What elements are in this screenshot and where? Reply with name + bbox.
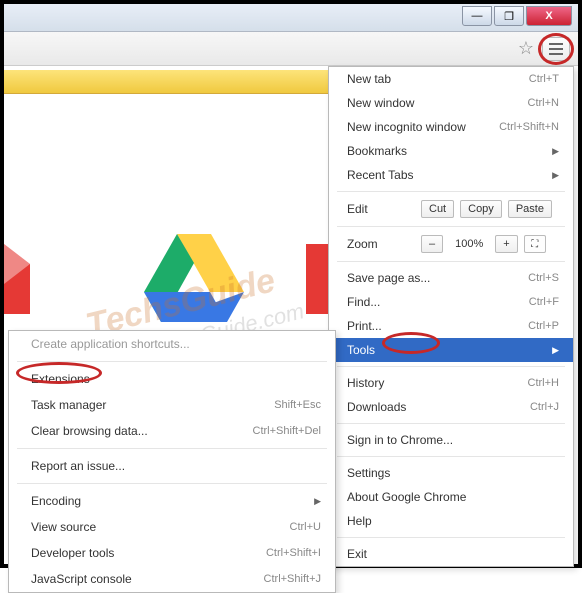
tools-clear-data[interactable]: Clear browsing data...Ctrl+Shift+Del — [9, 418, 335, 444]
menu-find[interactable]: Find...Ctrl+F — [329, 290, 573, 314]
chevron-right-icon: ▶ — [314, 496, 321, 507]
separator — [337, 191, 565, 192]
menu-help[interactable]: Help — [329, 509, 573, 533]
menu-incognito[interactable]: New incognito windowCtrl+Shift+N — [329, 115, 573, 139]
tools-task-manager[interactable]: Task managerShift+Esc — [9, 392, 335, 418]
menu-about[interactable]: About Google Chrome — [329, 485, 573, 509]
zoom-label: Zoom — [347, 237, 415, 251]
tools-create-shortcuts[interactable]: Create application shortcuts... — [9, 331, 335, 357]
zoom-in-button[interactable]: + — [495, 235, 517, 253]
menu-save-page[interactable]: Save page as...Ctrl+S — [329, 266, 573, 290]
menu-new-window[interactable]: New windowCtrl+N — [329, 91, 573, 115]
zoom-out-button[interactable]: – — [421, 235, 443, 253]
separator — [17, 483, 327, 484]
copy-button[interactable]: Copy — [460, 200, 502, 218]
menu-sign-in[interactable]: Sign in to Chrome... — [329, 428, 573, 452]
chrome-menu-button[interactable] — [542, 37, 570, 61]
chevron-right-icon: ▶ — [552, 146, 559, 157]
menu-settings[interactable]: Settings — [329, 461, 573, 485]
separator — [17, 448, 327, 449]
separator — [337, 366, 565, 367]
fullscreen-button[interactable]: ⛶ — [524, 235, 546, 253]
menu-bookmarks[interactable]: Bookmarks▶ — [329, 139, 573, 163]
maximize-button[interactable]: ❐ — [494, 6, 524, 26]
google-apps-icons — [144, 234, 244, 327]
tools-report-issue[interactable]: Report an issue... — [9, 453, 335, 479]
separator — [337, 261, 565, 262]
tools-view-source[interactable]: View sourceCtrl+U — [9, 514, 335, 540]
menu-history[interactable]: HistoryCtrl+H — [329, 371, 573, 395]
browser-toolbar: ☆ — [4, 32, 578, 66]
menu-downloads[interactable]: DownloadsCtrl+J — [329, 395, 573, 419]
chevron-right-icon: ▶ — [552, 345, 559, 356]
minimize-button[interactable]: — — [462, 6, 492, 26]
menu-recent-tabs[interactable]: Recent Tabs▶ — [329, 163, 573, 187]
drive-icon — [144, 234, 244, 327]
edit-label: Edit — [347, 202, 415, 216]
menu-edit-row: Edit Cut Copy Paste — [329, 196, 573, 222]
bookmark-star-icon[interactable]: ☆ — [518, 38, 534, 59]
separator — [337, 423, 565, 424]
menu-print[interactable]: Print...Ctrl+P — [329, 314, 573, 338]
gmail-icon — [4, 244, 30, 314]
separator — [337, 456, 565, 457]
tools-submenu: Create application shortcuts... Extensio… — [8, 330, 336, 593]
tools-developer-tools[interactable]: Developer toolsCtrl+Shift+I — [9, 540, 335, 566]
menu-zoom-row: Zoom – 100% + ⛶ — [329, 231, 573, 257]
menu-tools[interactable]: Tools▶ — [329, 338, 573, 362]
separator — [17, 361, 327, 362]
menu-exit[interactable]: Exit — [329, 542, 573, 566]
zoom-value: 100% — [449, 236, 489, 252]
chrome-main-menu: New tabCtrl+T New windowCtrl+N New incog… — [328, 66, 574, 567]
paste-button[interactable]: Paste — [508, 200, 552, 218]
separator — [337, 226, 565, 227]
info-bar — [4, 70, 336, 94]
cut-button[interactable]: Cut — [421, 200, 454, 218]
tools-extensions[interactable]: Extensions — [9, 366, 335, 392]
tools-js-console[interactable]: JavaScript consoleCtrl+Shift+J — [9, 566, 335, 592]
separator — [337, 537, 565, 538]
tools-encoding[interactable]: Encoding▶ — [9, 488, 335, 514]
window-titlebar: — ❐ X — [4, 4, 578, 32]
close-button[interactable]: X — [526, 6, 572, 26]
menu-new-tab[interactable]: New tabCtrl+T — [329, 67, 573, 91]
chevron-right-icon: ▶ — [552, 170, 559, 181]
